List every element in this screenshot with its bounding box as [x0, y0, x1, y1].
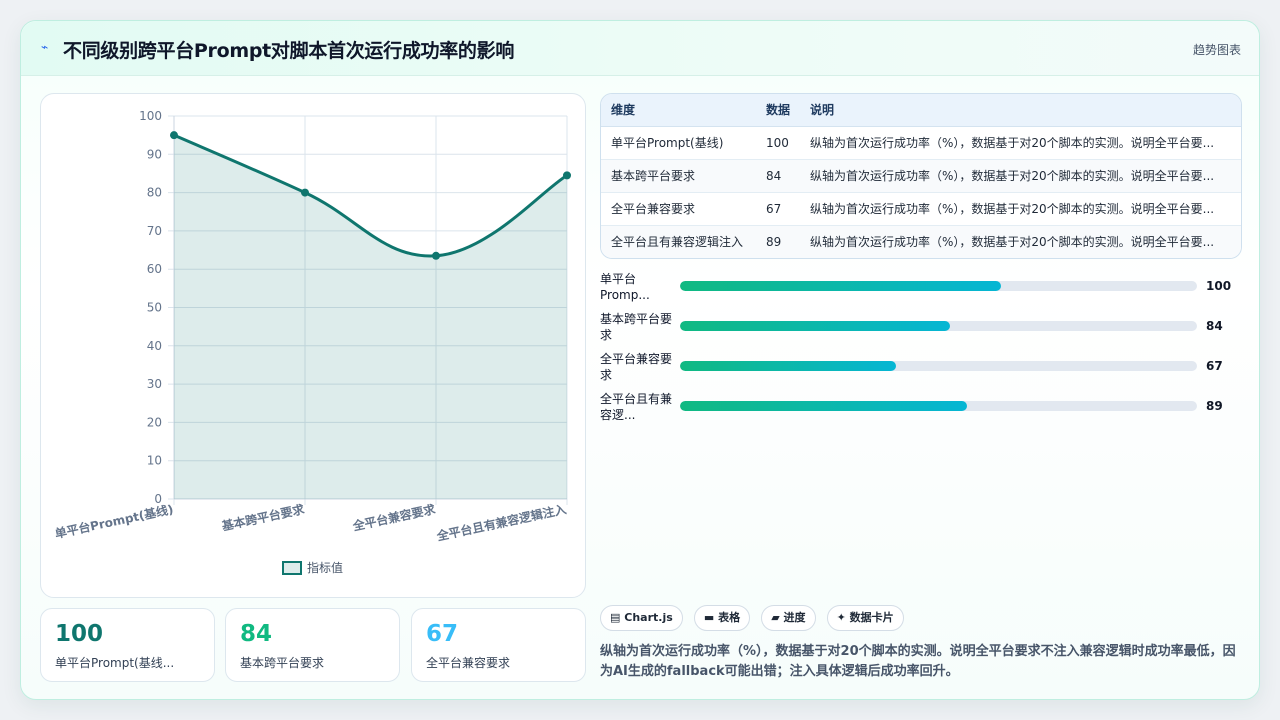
table-row: 全平台且有兼容逻辑注入 89 纵轴为首次运行成功率（%），数据基于对20个脚本的… [601, 225, 1241, 258]
line-chart-panel: 0 10 20 30 40 50 60 70 80 90 100 单平台Prompt(基线) 基本跨平台… [40, 93, 586, 598]
stat-card-2: 84 基本跨平台要求 [225, 608, 400, 682]
data-point [563, 171, 571, 180]
progress-fill [680, 361, 896, 371]
progress-value: 100 [1206, 279, 1232, 293]
table-cell: 基本跨平台要求 [601, 159, 756, 193]
y-tick-label: 70 [147, 224, 162, 238]
y-tick-label: 80 [147, 186, 162, 200]
data-point [170, 131, 178, 140]
y-tick-label: 50 [147, 301, 162, 315]
y-tick-label: 90 [147, 147, 162, 161]
table-cell: 全平台且有兼容逻辑注入 [601, 225, 756, 258]
progress-value: 84 [1206, 319, 1223, 333]
progress-label: 全平台且有兼容逻... [600, 392, 673, 422]
chart-icon: ▤ [610, 611, 621, 624]
progress-label: 基本跨平台要求 [600, 312, 673, 342]
feature-chips: ▤ Chart.js ▬ 表格 ▰ 进度 ✦ 数据卡片 [600, 605, 910, 631]
table-cell: 100 [756, 126, 800, 160]
stat-value: 100 [55, 621, 104, 647]
progress-track [680, 401, 1197, 411]
progress-row: 全平台兼容要求 67 [600, 351, 1240, 385]
table-icon: ▬ [703, 611, 715, 624]
progress-track [680, 321, 1197, 331]
progress-value: 89 [1206, 399, 1223, 413]
chart-note: 纵轴为首次运行成功率（%），数据基于对20个脚本的实测。说明全平台要求不注入兼容… [600, 644, 1236, 679]
progress-row: 基本跨平台要求 84 [600, 311, 1240, 345]
chip-table[interactable]: ▬ 表格 [693, 605, 751, 631]
table-cell: 全平台兼容要求 [601, 192, 756, 226]
column-header: 数据 [756, 94, 800, 127]
progress-row: 全平台且有兼容逻... 89 [600, 391, 1240, 425]
chip-label: Chart.js [624, 611, 673, 624]
pulse-icon: ⌁ [41, 40, 49, 54]
progress-track [680, 361, 1197, 371]
y-tick-label: 40 [147, 339, 162, 353]
legend-label: 指标值 [307, 560, 343, 575]
progress-fill [680, 321, 951, 331]
stat-label: 全平台兼容要求 [426, 656, 511, 670]
header: ⌁ 不同级别跨平台Prompt对脚本首次运行成功率的影响 趋势图表 [21, 21, 1259, 76]
series-area [174, 135, 567, 499]
data-point [432, 251, 440, 260]
table-cell: 67 [756, 192, 800, 226]
table-cell: 单平台Prompt(基线) [601, 126, 756, 160]
legend-swatch [282, 561, 302, 575]
table-row: 全平台兼容要求 67 纵轴为首次运行成功率（%），数据基于对20个脚本的实测。说… [601, 192, 1241, 226]
dashboard-card: ⌁ 不同级别跨平台Prompt对脚本首次运行成功率的影响 趋势图表 0 10 20 3… [20, 20, 1260, 700]
stat-card-3: 67 全平台兼容要求 [411, 608, 586, 682]
y-tick-label: 60 [147, 262, 162, 276]
table-cell: 纵轴为首次运行成功率（%），数据基于对20个脚本的实测。说明全平台要... [800, 159, 1241, 193]
chart-type-tag: 趋势图表 [1192, 43, 1241, 57]
stat-card-1: 100 单平台Prompt(基线... [40, 608, 215, 682]
chip-label: 表格 [718, 611, 741, 624]
stat-label: 单平台Prompt(基线... [55, 656, 175, 670]
progress-value: 67 [1206, 359, 1223, 373]
table-row: 基本跨平台要求 84 纵轴为首次运行成功率（%），数据基于对20个脚本的实测。说… [601, 159, 1241, 193]
line-chart: 0102030405060708090100单平台Prompt(基线) 基本跨平台… [53, 109, 571, 575]
x-tick-label: 单平台Prompt(基线) [53, 501, 174, 541]
table-cell: 84 [756, 159, 800, 193]
x-tick-label: 全平台且有兼容逻辑注入 [434, 501, 567, 543]
chip-data-cards[interactable]: ✦ 数据卡片 [826, 605, 904, 631]
y-tick-label: 30 [147, 377, 162, 391]
y-tick-label: 20 [147, 415, 162, 429]
x-tick-label: 基本跨平台要求 [219, 501, 306, 534]
table-cell: 纵轴为首次运行成功率（%），数据基于对20个脚本的实测。说明全平台要... [800, 126, 1241, 160]
stat-value: 67 [426, 621, 459, 647]
page-title: 不同级别跨平台Prompt对脚本首次运行成功率的影响 [63, 40, 515, 62]
data-point [301, 188, 309, 197]
chip-chartjs[interactable]: ▤ Chart.js [600, 605, 683, 631]
table-row: 单平台Prompt(基线) 100 纵轴为首次运行成功率（%），数据基于对20个… [601, 126, 1241, 160]
table-cell: 纵轴为首次运行成功率（%），数据基于对20个脚本的实测。说明全平台要... [800, 192, 1241, 226]
column-header: 说明 [800, 94, 1241, 127]
data-table: 维度 数据 说明 单平台Prompt(基线) 100 纵轴为首次运行成功率（%）… [600, 93, 1242, 259]
table-header-row: 维度 数据 说明 [601, 94, 1241, 127]
table-cell: 纵轴为首次运行成功率（%），数据基于对20个脚本的实测。说明全平台要... [800, 225, 1241, 258]
y-tick-label: 10 [147, 454, 162, 468]
x-tick-label: 全平台兼容要求 [350, 501, 437, 534]
progress-label: 全平台兼容要求 [600, 352, 673, 382]
progress-icon: ▰ [771, 611, 780, 624]
column-header: 维度 [601, 94, 756, 127]
progress-track [680, 281, 1197, 291]
table-cell: 89 [756, 225, 800, 258]
chip-label: 进度 [783, 611, 806, 624]
y-tick-label: 100 [139, 109, 162, 123]
stat-value: 84 [240, 621, 273, 647]
chip-label: 数据卡片 [849, 611, 894, 624]
progress-fill [680, 401, 967, 411]
sparkle-icon: ✦ [836, 611, 846, 624]
stat-label: 基本跨平台要求 [240, 656, 325, 670]
progress-row: 单平台Promp... 100 [600, 271, 1240, 305]
progress-label: 单平台Promp... [600, 272, 650, 302]
chip-progress[interactable]: ▰ 进度 [761, 605, 816, 631]
progress-fill [680, 281, 1001, 291]
